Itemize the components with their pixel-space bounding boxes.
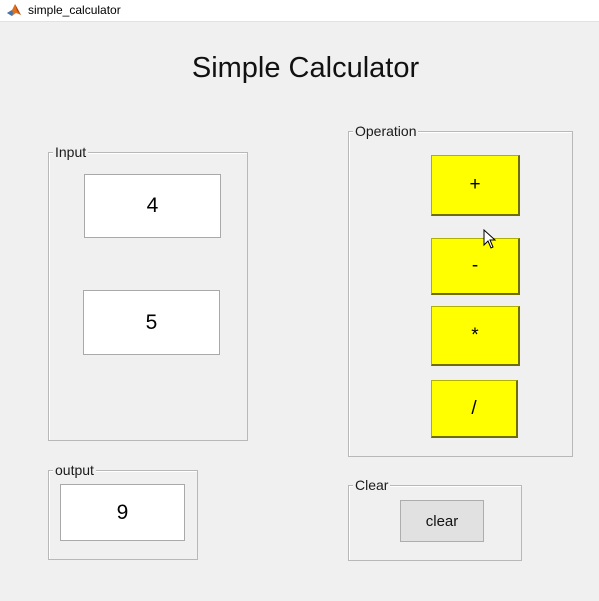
- multiply-button[interactable]: *: [431, 306, 520, 366]
- output-panel-label: output: [53, 462, 96, 478]
- page-title: Simple Calculator: [191, 52, 420, 84]
- subtract-button[interactable]: -: [431, 238, 520, 295]
- window-titlebar: simple_calculator: [0, 0, 599, 22]
- divide-button[interactable]: /: [431, 380, 518, 438]
- input-field-1[interactable]: 4: [84, 174, 221, 238]
- mouse-cursor-icon: [483, 229, 497, 249]
- input-panel-label: Input: [53, 144, 89, 160]
- operation-panel-label: Operation: [353, 123, 419, 139]
- matlab-icon: [7, 4, 21, 16]
- clear-panel-label: Clear: [353, 477, 391, 493]
- input-field-2[interactable]: 5: [83, 290, 220, 355]
- add-button[interactable]: +: [431, 155, 520, 216]
- clear-button[interactable]: clear: [400, 500, 484, 542]
- window-title: simple_calculator: [28, 3, 121, 17]
- output-field: 9: [60, 484, 185, 541]
